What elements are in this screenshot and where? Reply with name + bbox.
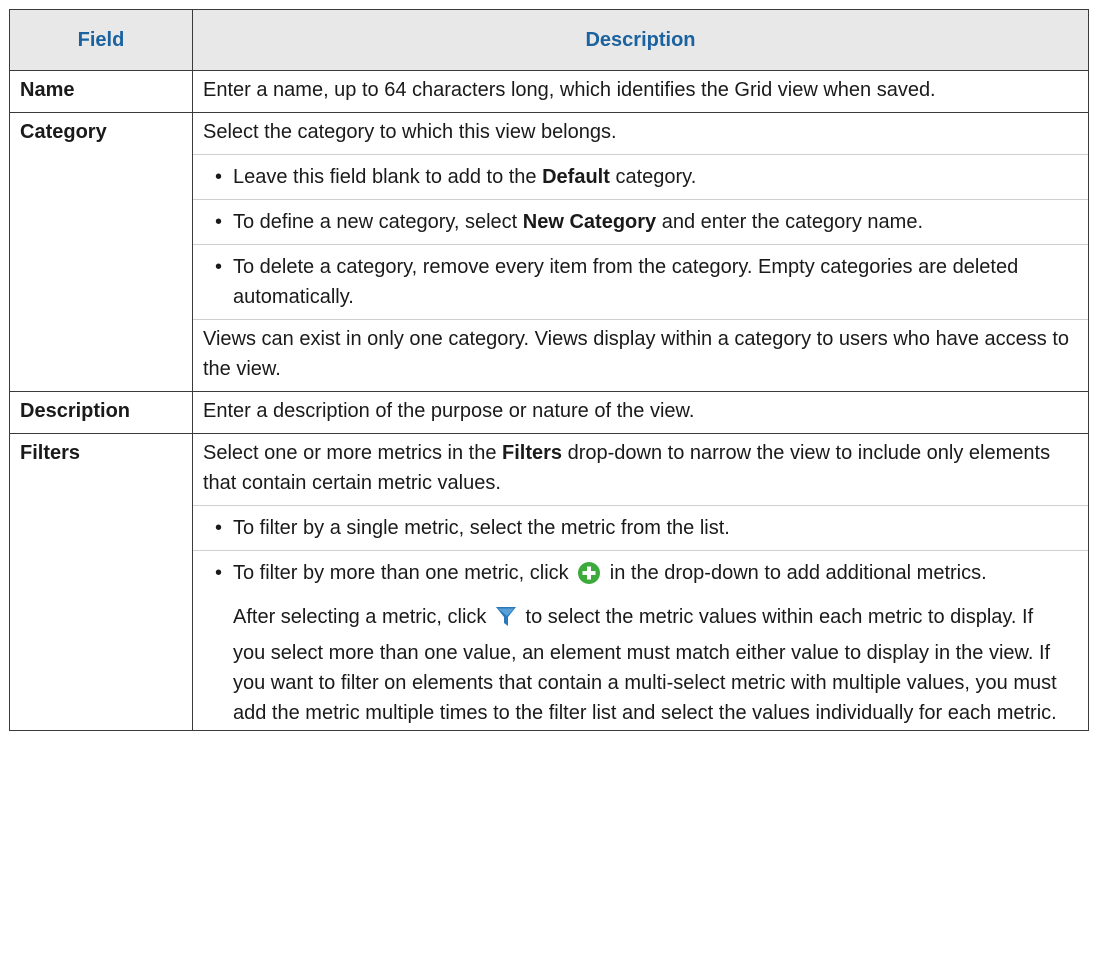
- bullet-dot: •: [215, 562, 223, 584]
- table-row-name: Name Enter a name, up to 64 characters l…: [9, 70, 1089, 113]
- description-cell-category: Select the category to which this view b…: [192, 112, 1089, 392]
- list-item: • To define a new category, select New C…: [193, 199, 1088, 244]
- field-description-table: Field Description Name Enter a name, up …: [9, 9, 1089, 731]
- bullet-dot: •: [215, 256, 223, 278]
- list-item: • Leave this field blank to add to the D…: [193, 154, 1088, 199]
- description-cell-filters: Select one or more metrics in the Filter…: [192, 433, 1089, 731]
- description-description-text: Enter a description of the purpose or na…: [203, 400, 695, 422]
- table-row-category: Category Select the category to which th…: [9, 112, 1089, 392]
- list-item: • To delete a category, remove every ite…: [193, 244, 1088, 319]
- header-field: Field: [9, 9, 193, 71]
- bullet-dot: •: [215, 166, 223, 188]
- table-row-filters: Filters Select one or more metrics in th…: [9, 433, 1089, 731]
- table-row-description: Description Enter a description of the p…: [9, 391, 1089, 434]
- new-category-term: New Category: [522, 211, 657, 233]
- category-bullet-list: • Leave this field blank to add to the D…: [193, 154, 1088, 319]
- description-cell-description: Enter a description of the purpose or na…: [192, 391, 1089, 434]
- header-description: Description: [192, 9, 1089, 71]
- filters-bullet-list: • To filter by a single metric, select t…: [193, 505, 1088, 730]
- field-filters-cell: Filters: [9, 433, 193, 731]
- description-cell-name: Enter a name, up to 64 characters long, …: [192, 70, 1089, 113]
- name-description-text: Enter a name, up to 64 characters long, …: [203, 79, 936, 101]
- table-header-row: Field Description: [9, 9, 1089, 71]
- filters-funnel-paragraph: After selecting a metric, click to selec…: [233, 605, 1057, 724]
- category-intro-text: Select the category to which this view b…: [203, 121, 617, 143]
- bullet-dot: •: [215, 517, 223, 539]
- filters-intro-text: Select one or more metrics in the Filter…: [203, 442, 1051, 494]
- list-item: • To filter by more than one metric, cli…: [193, 550, 1088, 730]
- filters-term: Filters: [502, 442, 563, 464]
- bullet-dot: •: [215, 211, 223, 233]
- field-category-cell: Category: [9, 112, 193, 392]
- field-name-cell: Name: [9, 70, 193, 113]
- add-circle-icon: [577, 561, 601, 594]
- default-category-term: Default: [542, 166, 610, 188]
- field-description-cell: Description: [9, 391, 193, 434]
- list-item: • To filter by a single metric, select t…: [193, 505, 1088, 550]
- category-outro-text: Views can exist in only one category. Vi…: [193, 319, 1088, 391]
- filter-funnel-icon: [495, 605, 517, 638]
